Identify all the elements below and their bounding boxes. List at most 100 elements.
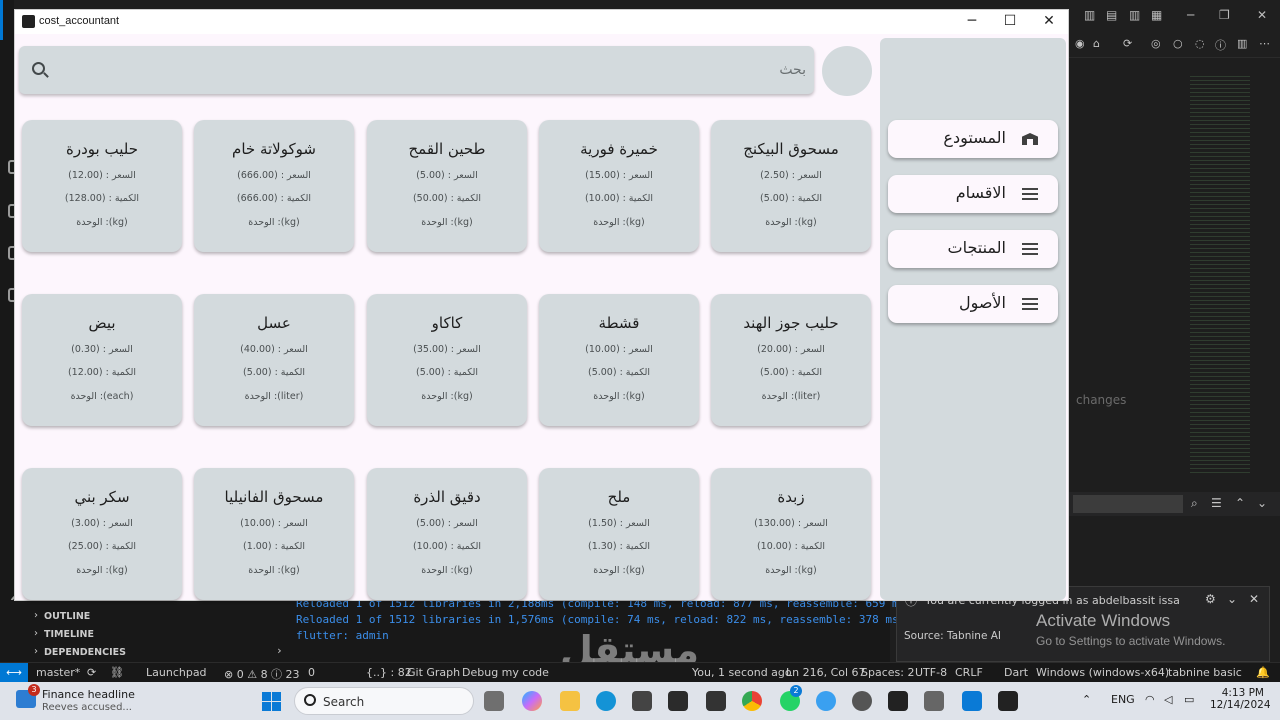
- search-input[interactable]: [106, 58, 806, 82]
- device-selector[interactable]: Windows (windows-x64): [1036, 666, 1169, 679]
- start-button[interactable]: [262, 692, 281, 711]
- search-bar[interactable]: [19, 46, 814, 94]
- launchpad-button[interactable]: Launchpad: [146, 666, 207, 679]
- item-card[interactable]: دقيق الذرة السعر : (5.00) الكمية : (10.0…: [367, 468, 527, 600]
- publish-icon[interactable]: ⛓: [110, 666, 124, 679]
- close-icon[interactable]: ✕: [1249, 592, 1259, 606]
- toggle-secondary-icon[interactable]: ▥: [1129, 8, 1140, 22]
- find-up-icon[interactable]: ⌃: [1235, 496, 1245, 510]
- edge-icon[interactable]: [596, 691, 616, 711]
- minimize-icon[interactable]: ─: [1187, 8, 1194, 22]
- find-input[interactable]: [1073, 495, 1183, 513]
- nav-warehouse[interactable]: المستودع: [888, 120, 1058, 158]
- cat-app-icon[interactable]: [924, 691, 944, 711]
- encoding[interactable]: UTF-8: [915, 666, 947, 679]
- taskbar-search[interactable]: Search: [294, 687, 474, 715]
- find-list-icon[interactable]: ☰: [1211, 496, 1222, 510]
- item-card[interactable]: بيض السعر : (0.30) الكمية : (12.00) (eac…: [22, 294, 182, 426]
- layout-icon[interactable]: ▦: [1151, 8, 1162, 22]
- toggle-panel-icon[interactable]: ▤: [1106, 8, 1117, 22]
- git-blame[interactable]: You, 1 second ago: [692, 666, 792, 679]
- app-icon[interactable]: [888, 691, 908, 711]
- capcut-icon[interactable]: [668, 691, 688, 711]
- chevron-down-icon[interactable]: ⌄: [1227, 592, 1237, 606]
- avatar[interactable]: [822, 46, 872, 96]
- item-card[interactable]: شوكولاتة خام السعر : (666.00) الكمية : (…: [194, 120, 354, 252]
- item-card[interactable]: مسحوق الفانيليا السعر : (10.00) الكمية :…: [194, 468, 354, 600]
- item-card[interactable]: خميرة فورية السعر : (15.00) الكمية : (10…: [539, 120, 699, 252]
- messenger-icon[interactable]: [816, 691, 836, 711]
- maximize-button[interactable]: ☐: [990, 10, 1030, 34]
- git-graph-button[interactable]: Git Graph: [407, 666, 460, 679]
- nav-label: المنتجات: [947, 238, 1007, 257]
- dependencies-section[interactable]: DEPENDENCIES: [44, 647, 126, 658]
- restore-icon[interactable]: ❐: [1219, 8, 1230, 22]
- eye-icon[interactable]: ◎: [1151, 37, 1161, 50]
- store-icon[interactable]: [632, 691, 652, 711]
- minimize-button[interactable]: ─: [952, 10, 992, 34]
- nav-departments[interactable]: الاقسام: [888, 175, 1058, 213]
- wifi-icon[interactable]: ◠: [1145, 693, 1155, 706]
- close-icon[interactable]: ✕: [1257, 8, 1267, 22]
- item-name: خميرة فورية: [580, 140, 658, 158]
- braces-status[interactable]: {..} : 82: [366, 666, 412, 679]
- line-endings[interactable]: CRLF: [955, 666, 983, 679]
- outline-section[interactable]: OUTLINE: [44, 611, 90, 622]
- news-title: Finance headline: [42, 688, 135, 701]
- search-icon[interactable]: [32, 62, 45, 75]
- vscode-icon[interactable]: [962, 691, 982, 711]
- toggle-sidebar-icon[interactable]: ▥: [1084, 8, 1095, 22]
- sync-icon[interactable]: ⟳: [1123, 37, 1132, 50]
- language-mode[interactable]: Dart: [1004, 666, 1028, 679]
- problems-status[interactable]: ⊗ 0 ⚠ 8 ⓘ 23: [224, 666, 300, 682]
- item-card[interactable]: حليب بودرة السعر : (12.00) الكمية : (128…: [22, 120, 182, 252]
- more-icon[interactable]: ⋯: [1259, 37, 1270, 50]
- file-explorer-icon[interactable]: [560, 691, 580, 711]
- battery-icon[interactable]: ▭: [1184, 693, 1194, 706]
- item-card[interactable]: قشطة السعر : (10.00) الكمية : (5.00) (kg…: [539, 294, 699, 426]
- branch-icon[interactable]: ⌂: [1093, 37, 1100, 50]
- info-icon[interactable]: ⓘ: [1215, 37, 1226, 53]
- chrome-icon[interactable]: [742, 691, 762, 711]
- find-down-icon[interactable]: ⌄: [1257, 496, 1267, 510]
- volume-icon[interactable]: ◁: [1164, 693, 1172, 706]
- close-button[interactable]: ✕: [1029, 10, 1069, 34]
- item-card[interactable]: سكر بني السعر : (3.00) الكمية : (25.00) …: [22, 468, 182, 600]
- item-price: السعر : (2.50): [760, 170, 822, 181]
- timeline-section[interactable]: TIMELINE: [44, 629, 94, 640]
- cursor-position[interactable]: Ln 216, Col 67: [786, 666, 866, 679]
- terminal-icon[interactable]: [706, 691, 726, 711]
- sync-status-icon[interactable]: ⟳: [87, 666, 96, 679]
- item-card[interactable]: عسل السعر : (40.00) الكمية : (5.00) (lit…: [194, 294, 354, 426]
- nav-products[interactable]: المنتجات: [888, 230, 1058, 268]
- circle-icon[interactable]: ○: [1173, 37, 1183, 50]
- item-card[interactable]: زبدة السعر : (130.00) الكمية : (10.00) (…: [711, 468, 871, 600]
- chevron-up-icon[interactable]: ⌃: [1082, 693, 1091, 706]
- clock[interactable]: 4:13 PM 12/14/2024: [1210, 687, 1271, 711]
- item-card[interactable]: كاكاو السعر : (35.00) الكمية : (5.00) (k…: [367, 294, 527, 426]
- language-indicator[interactable]: ENG: [1111, 693, 1135, 706]
- item-card[interactable]: حليب جوز الهند السعر : (20.00) الكمية : …: [711, 294, 871, 426]
- item-card[interactable]: مسحوق البيكنج السعر : (2.50) الكمية : (5…: [711, 120, 871, 252]
- gear-icon[interactable]: ⚙: [1205, 592, 1216, 606]
- split-editor-icon[interactable]: ▥: [1237, 37, 1247, 50]
- item-card[interactable]: طحين القمح السعر : (5.00) الكمية : (50.0…: [367, 120, 527, 252]
- chatgpt-icon[interactable]: [852, 691, 872, 711]
- changes-label: changes: [1076, 393, 1127, 407]
- notifications-icon[interactable]: 🔔: [1256, 666, 1270, 679]
- item-card[interactable]: ملح السعر : (1.50) الكمية : (1.30) (kg):…: [539, 468, 699, 600]
- copilot-icon[interactable]: [522, 691, 542, 711]
- minimap[interactable]: [1190, 76, 1250, 476]
- task-view-icon[interactable]: [484, 691, 504, 711]
- compare-icon[interactable]: ◉: [1075, 37, 1085, 50]
- open-changes-icon[interactable]: ◌: [1195, 37, 1205, 50]
- indentation[interactable]: Spaces: 2: [861, 666, 914, 679]
- nav-assets[interactable]: الأصول: [888, 285, 1058, 323]
- remote-icon[interactable]: ⟷: [0, 663, 28, 683]
- ports-status[interactable]: 0: [308, 666, 315, 679]
- find-search-icon[interactable]: ⌕: [1191, 496, 1198, 511]
- git-branch[interactable]: master*: [36, 666, 80, 679]
- flutter-app-icon[interactable]: [998, 691, 1018, 711]
- debug-button[interactable]: Debug my code: [462, 666, 549, 679]
- tabnine-status[interactable]: tabnine basic: [1168, 666, 1242, 679]
